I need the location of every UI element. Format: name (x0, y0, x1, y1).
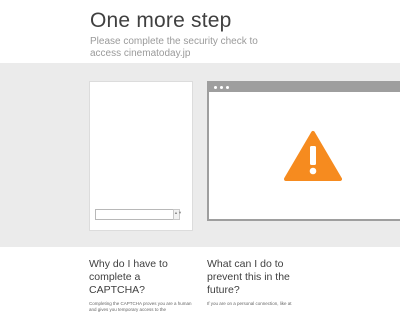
browser-dot-icon (226, 86, 229, 89)
captcha-scrollbar[interactable]: ▲▼ (173, 209, 182, 220)
what-heading: What can I do to prevent this in the fut… (207, 258, 290, 296)
browser-dot-icon (220, 86, 223, 89)
captcha-widget[interactable]: ▲▼ (89, 81, 193, 231)
warning-icon (284, 131, 342, 181)
why-heading: Why do I have to complete a CAPTCHA? (89, 258, 168, 296)
header: One more step Please complete the securi… (90, 8, 390, 60)
warning-exclamation-dot (309, 167, 317, 175)
captcha-response-field[interactable] (95, 209, 174, 220)
why-text: Completing the CAPTCHA proves you are a … (89, 301, 192, 312)
page-title: One more step (90, 9, 232, 32)
page-subtitle: Please complete the security check to ac… (90, 36, 258, 59)
warning-exclamation-bar (310, 146, 316, 165)
why-section: Why do I have to complete a CAPTCHA? Com… (89, 258, 199, 313)
what-text: If you are on a personal connection, lik… (207, 301, 292, 306)
browser-dot-icon (214, 86, 217, 89)
browser-title-bar (209, 83, 400, 92)
browser-illustration (207, 81, 400, 221)
